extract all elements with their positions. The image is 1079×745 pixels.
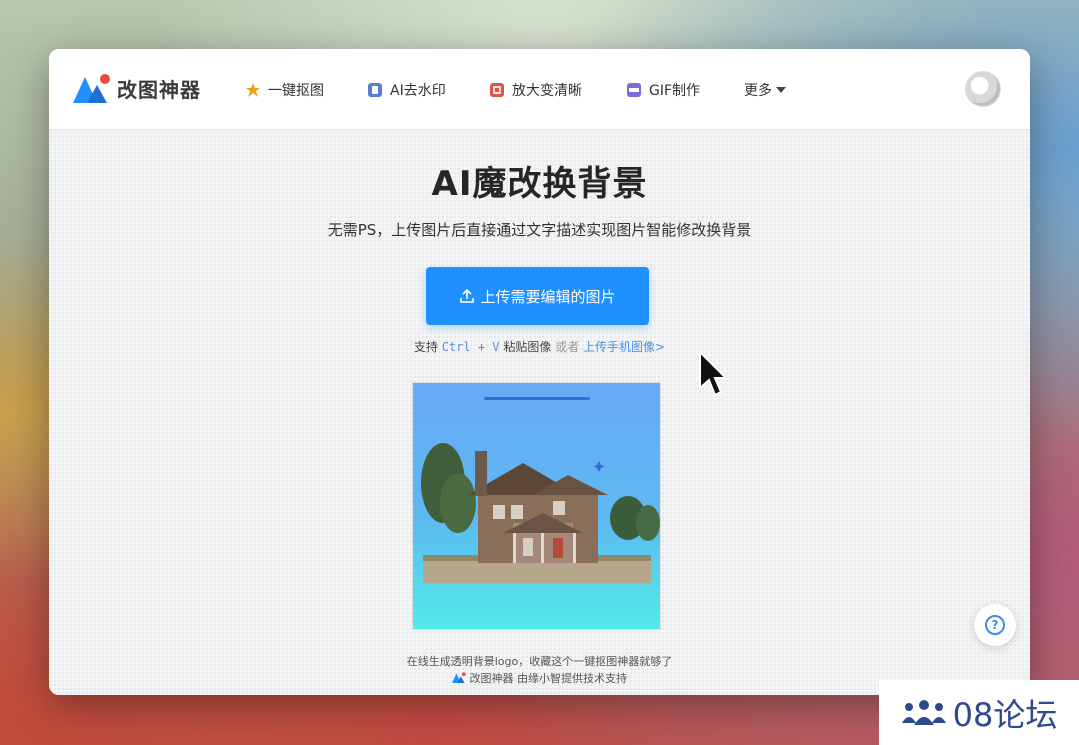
footer-logo-icon [452, 672, 466, 683]
footer-promo-text: 在线生成透明背景logo，收藏这个一键抠图神器就够了 [406, 655, 673, 668]
watermark-remove-icon [368, 83, 382, 97]
avatar[interactable] [965, 71, 1001, 107]
nav-item-cutout[interactable]: 一键抠图 [246, 80, 324, 100]
forum-watermark: 08论坛 [879, 680, 1079, 745]
page-title: AI魔改换背景 [431, 164, 648, 204]
keyboard-shortcut: Ctrl + V [441, 340, 500, 354]
upload-button-label: 上传需要编辑的图片 [480, 287, 616, 306]
upload-image-button[interactable]: 上传需要编辑的图片 [426, 267, 649, 325]
page-subtitle: 无需PS，上传图片后直接通过文字描述实现图片智能修改换背景 [327, 221, 752, 239]
top-navbar: 改图神器 一键抠图 AI去水印 放大变清晰 GIF制作 更多 [49, 49, 1030, 130]
cutout-star-icon [246, 83, 260, 97]
logo[interactable]: 改图神器 [73, 73, 201, 103]
mouse-pointer-icon [699, 350, 728, 397]
upscale-icon [490, 83, 504, 97]
logo-text: 改图神器 [117, 77, 201, 102]
logo-mountain-icon [73, 74, 110, 103]
paste-hint: 支持 Ctrl + V 粘贴图像 或者 上传手机图像> [49, 338, 1030, 355]
upload-mobile-link[interactable]: 上传手机图像> [583, 340, 665, 354]
footer-credit-text: 改图神器 由缘小智提供技术支持 [469, 672, 628, 685]
nav-item-gif[interactable]: GIF制作 [627, 80, 700, 100]
hint-prefix: 支持 [413, 340, 438, 354]
nav-item-watermark-remove[interactable]: AI去水印 [368, 80, 446, 100]
upload-icon [460, 288, 475, 303]
nav-item-upscale[interactable]: 放大变清晰 [490, 80, 582, 100]
hint-paste: 粘贴图像 [503, 340, 552, 354]
help-button[interactable]: ? [974, 604, 1016, 646]
watermark-text: 08论坛 [952, 695, 1058, 734]
house-illustration [421, 443, 660, 583]
people-group-icon [901, 699, 946, 725]
nav-item-label: GIF制作 [649, 83, 701, 99]
help-question-icon: ? [985, 615, 1005, 635]
nav-item-label: 一键抠图 [268, 83, 324, 99]
hint-or: 或者 [555, 340, 580, 354]
chevron-down-icon [776, 82, 786, 98]
nav-item-label: AI去水印 [390, 83, 446, 99]
browser-window: 改图神器 一键抠图 AI去水印 放大变清晰 GIF制作 更多 AI魔改换背景 无… [49, 49, 1030, 695]
gif-icon [627, 83, 641, 97]
nav-item-more[interactable]: 更多 [744, 80, 786, 100]
main-content: AI魔改换背景 无需PS，上传图片后直接通过文字描述实现图片智能修改换背景 上传… [49, 131, 1030, 695]
nav-item-label: 更多 [744, 83, 772, 99]
example-preview-image [412, 382, 661, 630]
nav-item-label: 放大变清晰 [512, 83, 582, 99]
